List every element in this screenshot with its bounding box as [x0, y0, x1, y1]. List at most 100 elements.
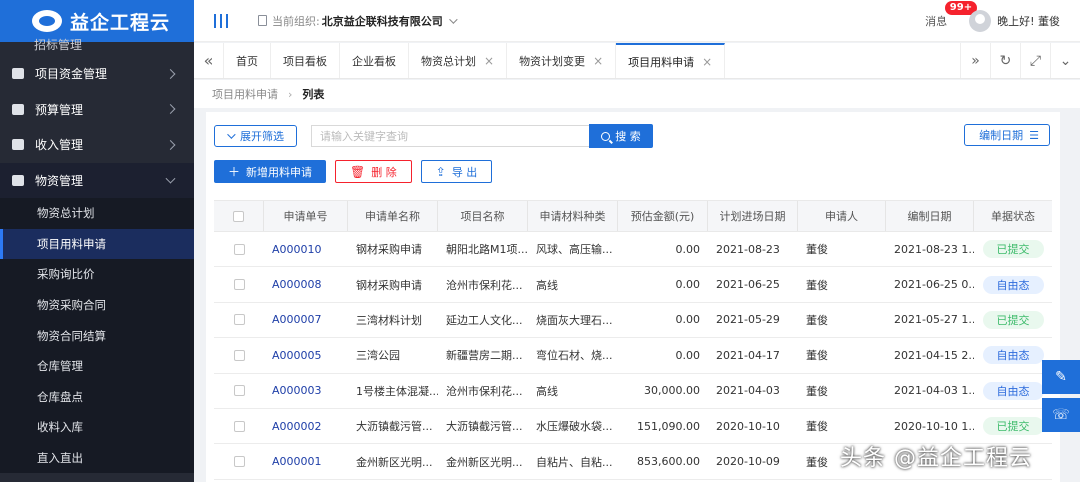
- status-badge: 自由态: [982, 346, 1044, 365]
- delete-button[interactable]: 🗑 删 除: [335, 160, 412, 183]
- row-checkbox[interactable]: [233, 349, 245, 361]
- avatar[interactable]: [969, 10, 992, 32]
- tab-label: 企业看板: [352, 54, 396, 68]
- user-greeting[interactable]: 晚上好! 董俊: [997, 13, 1060, 29]
- column-header[interactable]: 预估金额(元): [618, 201, 708, 231]
- table-row[interactable]: A000005 三湾公园 新疆营房二期... 弯位石材、烧... 0.00 2021-04…: [214, 338, 1052, 374]
- chevron-right-icon: [165, 104, 176, 115]
- org-selector[interactable]: 北京益企联科技有限公司: [322, 13, 443, 29]
- amount-cell: 853,600.00: [637, 455, 700, 469]
- chevron-down-icon[interactable]: ⌄: [1050, 43, 1080, 78]
- tab-enterprise-board[interactable]: 企业看板: [340, 43, 409, 78]
- chevron-down-icon: [227, 130, 236, 139]
- row-checkbox[interactable]: [233, 314, 245, 326]
- export-button[interactable]: ⇪ 导 出: [420, 160, 493, 183]
- tab-project-board[interactable]: 项目看板: [271, 43, 340, 78]
- add-request-button[interactable]: ＋ 新增用料申请: [214, 160, 327, 183]
- close-icon[interactable]: ×: [484, 54, 494, 68]
- tab-plan-change[interactable]: 物资计划变更 ×: [507, 43, 617, 78]
- sidebar-subitem-material-plan[interactable]: 物资总计划: [0, 198, 194, 229]
- search-input[interactable]: 请输入关键字查询: [311, 125, 589, 147]
- row-checkbox[interactable]: [233, 243, 245, 255]
- sidebar-subitem-stocktaking[interactable]: 仓库盘点: [0, 381, 194, 413]
- tab-home[interactable]: 首页: [224, 43, 271, 78]
- sidebar-item-income[interactable]: 收入管理: [0, 127, 194, 163]
- sidebar-item-budget[interactable]: 预算管理: [0, 92, 194, 128]
- close-icon[interactable]: ×: [593, 54, 603, 68]
- menu-toggle-icon[interactable]: [214, 13, 228, 28]
- sidebar-item-materials[interactable]: 物资管理: [0, 162, 194, 198]
- applicant-cell: 董俊: [806, 384, 828, 398]
- breadcrumb-current: 列表: [302, 88, 325, 101]
- column-header[interactable]: 申请单号: [264, 201, 348, 231]
- column-header[interactable]: 单据状态: [974, 201, 1052, 231]
- app-logo[interactable]: 益企工程云: [0, 0, 194, 42]
- material-type-cell: 高线: [536, 384, 558, 398]
- sidebar-subitem-contract-settlement[interactable]: 物资合同结算: [0, 320, 194, 351]
- upload-icon: ⇪: [435, 164, 446, 179]
- sidebar-partial-item[interactable]: 招标管理: [0, 38, 194, 56]
- column-header[interactable]: 计划进场日期: [708, 201, 798, 231]
- row-checkbox[interactable]: [233, 456, 245, 468]
- sidebar-subitem-purchase-contract[interactable]: 物资采购合同: [0, 289, 194, 321]
- fullscreen-icon[interactable]: ⤢: [1020, 43, 1050, 78]
- request-number-link[interactable]: A000002: [264, 409, 348, 443]
- table-row[interactable]: A000008 钢材采购申请 沧州市保利花... 高线 0.00 2021-06-25 董俊…: [214, 267, 1052, 303]
- row-checkbox[interactable]: [233, 279, 245, 291]
- breadcrumb-parent[interactable]: 项目用料申请: [212, 86, 278, 102]
- request-name-cell: 三湾材料计划: [356, 313, 422, 327]
- sidebar-subitem-direct-in-out[interactable]: 直入直出: [0, 442, 194, 474]
- request-number-link[interactable]: A000003: [264, 374, 348, 408]
- search-button-label: 搜 索: [615, 130, 641, 143]
- request-number-link[interactable]: A000001: [264, 444, 348, 478]
- status-cell: 已提交: [974, 409, 1052, 443]
- plus-icon: ＋: [228, 165, 241, 179]
- status-badge: 自由态: [982, 275, 1044, 294]
- request-number-link[interactable]: A000007: [264, 303, 348, 337]
- search-button[interactable]: 搜 索: [589, 124, 653, 148]
- request-number-link[interactable]: A000008: [264, 267, 348, 301]
- chevron-right-icon: [165, 139, 176, 150]
- edit-date-cell: 2021-08-23 1...: [894, 242, 974, 256]
- sidebar-subitem-material-request[interactable]: 项目用料申请: [0, 228, 194, 260]
- tab-label: 物资计划变更: [519, 54, 586, 68]
- select-all-checkbox[interactable]: [233, 210, 244, 222]
- checkbox-cell: [214, 444, 264, 478]
- expand-filter-button[interactable]: 展开筛选: [214, 125, 297, 147]
- column-header[interactable]: 项目名称: [438, 201, 528, 231]
- refresh-icon[interactable]: ↻: [990, 43, 1020, 78]
- column-header[interactable]: 申请材料种类: [528, 201, 618, 231]
- tabs-scroll-left-icon[interactable]: «: [194, 43, 224, 78]
- column-header[interactable]: 申请人: [798, 201, 886, 231]
- row-checkbox[interactable]: [233, 385, 245, 397]
- request-number-link[interactable]: A000005: [264, 338, 348, 372]
- applicant-cell: 董俊: [806, 420, 828, 434]
- breadcrumb-separator: ›: [288, 87, 293, 101]
- sidebar-item-project-funds[interactable]: 项目资金管理: [0, 56, 194, 92]
- checkbox-cell: [214, 374, 264, 408]
- table-row[interactable]: A000003 1号楼主体混凝... 沧州市保利花... 高线 30,000.00 202…: [214, 374, 1052, 409]
- tab-material-request[interactable]: 项目用料申请 ×: [616, 43, 726, 78]
- material-type-cell: 烧面灰大理石...: [536, 313, 613, 327]
- table-row[interactable]: A000007 三湾材料计划 延边工人文化... 烧面灰大理石... 0.00 2021-…: [214, 303, 1052, 339]
- sidebar-subitem-price-inquiry[interactable]: 采购询比价: [0, 259, 194, 290]
- request-number-link[interactable]: A000010: [264, 232, 348, 266]
- table-row[interactable]: A000010 钢材采购申请 朝阳北路M1项... 风球、高压输... 0.00 2021…: [214, 232, 1052, 268]
- plan-date-cell: 2021-05-29: [716, 313, 780, 327]
- column-header[interactable]: 申请单名称: [348, 201, 438, 231]
- tab-material-plan[interactable]: 物资总计划 ×: [409, 43, 508, 78]
- tabs-scroll-right-icon[interactable]: »: [960, 43, 990, 78]
- messages-button[interactable]: 消息 99+: [925, 1, 978, 29]
- edit-note-icon[interactable]: ✎: [1042, 360, 1080, 394]
- sidebar-subitem-warehouse[interactable]: 仓库管理: [0, 350, 194, 382]
- contact-icon[interactable]: ☏: [1042, 398, 1080, 432]
- sidebar-subitem-receiving[interactable]: 收料入库: [0, 412, 194, 443]
- close-icon[interactable]: ×: [702, 55, 712, 69]
- applicant-cell: 董俊: [806, 313, 828, 327]
- project-name-cell: 沧州市保利花...: [446, 384, 523, 398]
- column-header[interactable]: 编制日期: [886, 201, 974, 231]
- row-checkbox[interactable]: [233, 420, 245, 432]
- sort-by-date-button[interactable]: 编制日期 ☰: [964, 124, 1050, 146]
- chevron-down-icon[interactable]: [448, 14, 458, 24]
- wallet-icon: [12, 68, 24, 80]
